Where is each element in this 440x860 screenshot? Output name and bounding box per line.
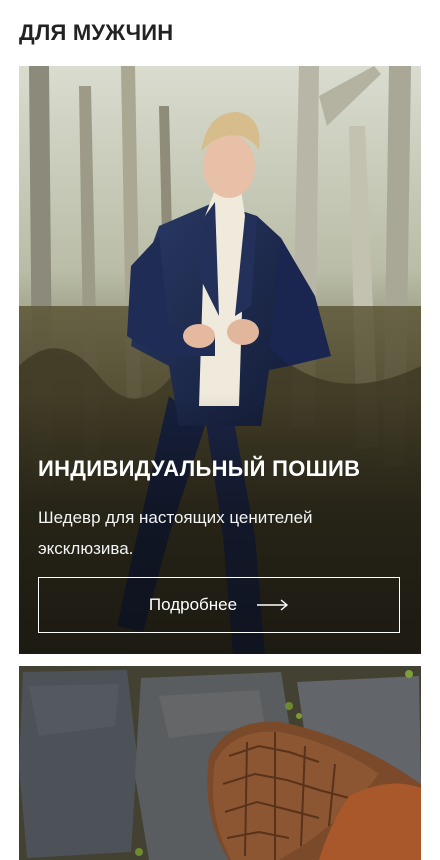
more-details-button[interactable]: Подробнее (38, 577, 400, 633)
section-title: ДЛЯ МУЖЧИН (19, 20, 174, 45)
card-description: Шедевр для настоящих ценителей эксклюзив… (38, 508, 313, 558)
leather-shoe-photo (19, 666, 421, 860)
card-title: ИНДИВИДУАЛЬНЫЙ ПОШИВ (38, 456, 361, 481)
arrow-right-icon (257, 599, 289, 611)
custom-tailoring-card[interactable]: ИНДИВИДУАЛЬНЫЙ ПОШИВ Шедевр для настоящи… (19, 66, 421, 654)
shoes-card[interactable] (19, 666, 421, 860)
more-details-label: Подробнее (148, 595, 238, 614)
